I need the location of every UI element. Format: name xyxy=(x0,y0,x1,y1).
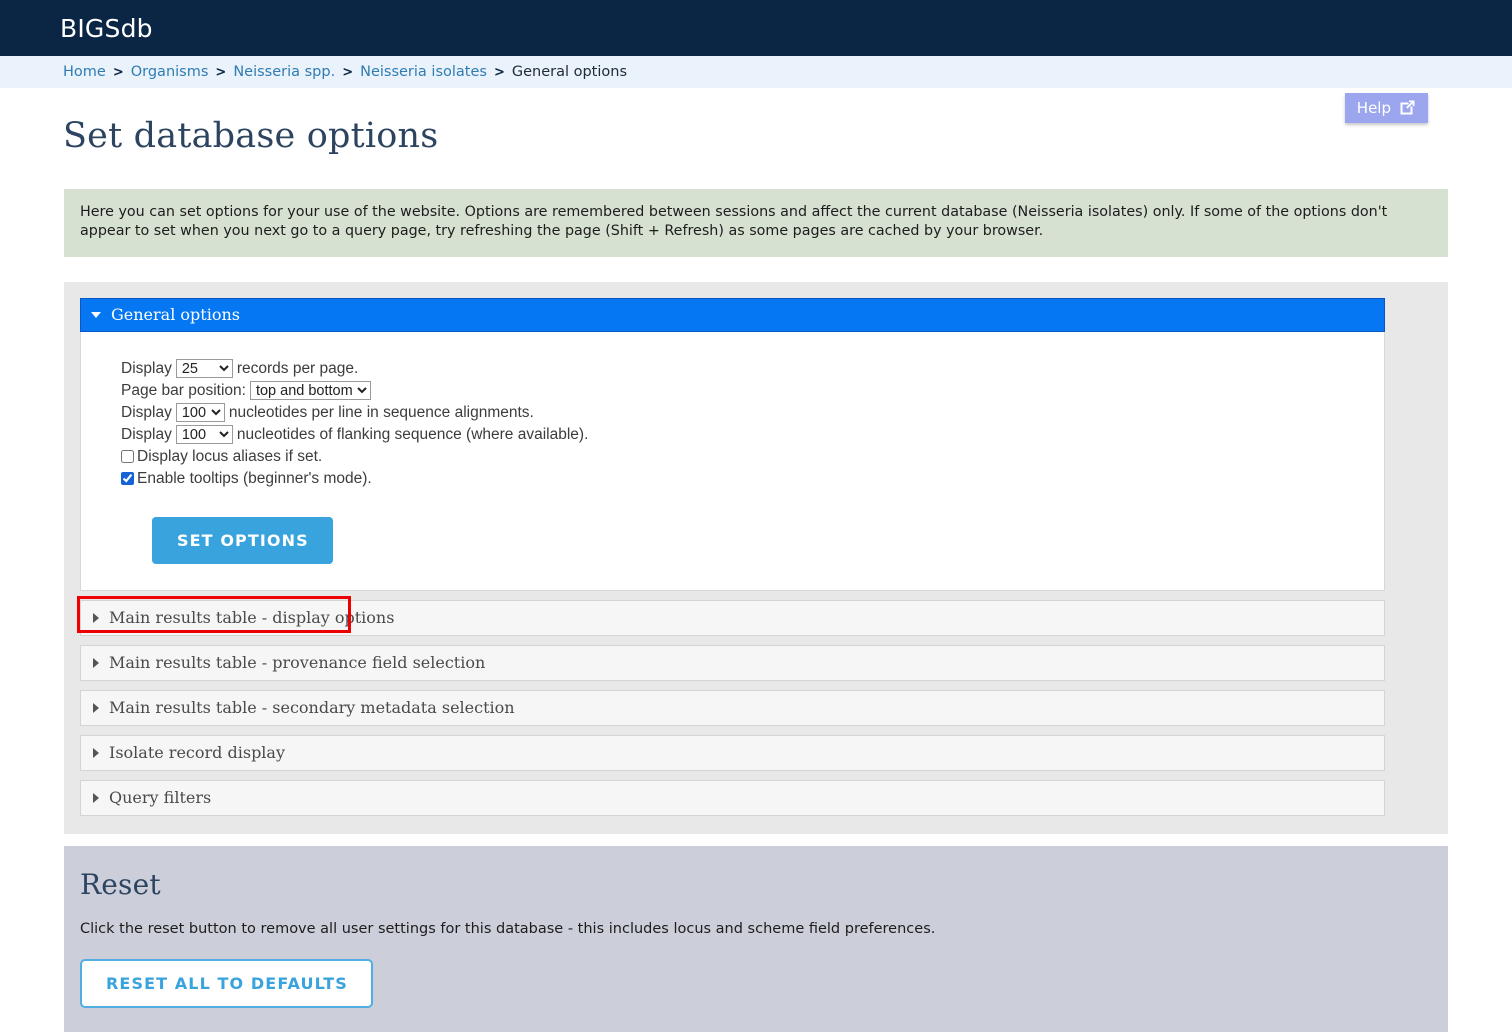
option-select[interactable]: 1025501002005001000 xyxy=(175,359,233,378)
option-row-checkbox: Display locus aliases if set. xyxy=(121,446,1384,467)
breadcrumb-separator: > xyxy=(112,64,124,80)
accordion-header-label: Main results table - provenance field se… xyxy=(109,653,486,672)
set-options-button[interactable]: SET OPTIONS xyxy=(152,517,333,564)
accordion-header-collapsed[interactable]: Main results table - display options xyxy=(77,596,1385,636)
chevron-right-icon xyxy=(93,702,99,713)
reset-button-container: RESET ALL TO DEFAULTS xyxy=(80,959,1432,1008)
breadcrumb-separator: > xyxy=(493,64,505,80)
option-row-select: Page bar position:top onlybottom onlytop… xyxy=(121,380,1384,401)
option-label-suffix: nucleotides per line in sequence alignme… xyxy=(228,404,534,421)
option-checkbox[interactable] xyxy=(121,450,134,463)
option-select[interactable]: 020501002005001000 xyxy=(175,425,233,444)
chevron-right-icon xyxy=(93,792,99,803)
chevron-down-icon xyxy=(91,311,101,318)
breadcrumb-separator: > xyxy=(342,64,354,80)
option-row-select: Display020501002005001000nucleotides of … xyxy=(121,424,1384,445)
chevron-right-icon xyxy=(93,612,99,623)
option-label-prefix: Page bar position: xyxy=(121,382,246,399)
accordion-header-label: General options xyxy=(111,305,240,324)
accordion-header-collapsed[interactable]: Main results table - provenance field se… xyxy=(80,645,1385,681)
option-label-suffix: records per page. xyxy=(236,360,359,377)
reset-panel: Reset Click the reset button to remove a… xyxy=(64,846,1448,1032)
option-row-checkbox: Enable tooltips (beginner's mode). xyxy=(121,468,1384,489)
option-label-prefix: Display xyxy=(121,426,172,443)
option-checkbox-label: Display locus aliases if set. xyxy=(137,448,323,465)
breadcrumb-item-neisseria-isolates[interactable]: Neisseria isolates xyxy=(360,64,487,80)
breadcrumb-item-neisseria-spp[interactable]: Neisseria spp. xyxy=(233,64,335,80)
external-link-icon xyxy=(1398,98,1417,117)
accordion-header-label: Isolate record display xyxy=(109,743,285,762)
breadcrumb-item-home[interactable]: Home xyxy=(63,64,106,80)
help-button-label: Help xyxy=(1356,98,1391,117)
accordion-header-label: Main results table - display options xyxy=(109,608,395,627)
accordion-header-collapsed[interactable]: Isolate record display xyxy=(80,735,1385,771)
help-button[interactable]: Help xyxy=(1344,93,1428,123)
option-select[interactable]: top onlybottom onlytop and bottom xyxy=(249,381,371,400)
option-label-prefix: Display xyxy=(121,360,172,377)
collapsed-sections-list: Main results table - display options Main… xyxy=(77,596,1432,816)
option-row-select: Display5060708090100110120nucleotides pe… xyxy=(121,402,1384,423)
reset-title: Reset xyxy=(80,868,161,901)
accordion-header-collapsed[interactable]: Main results table - secondary metadata … xyxy=(80,690,1385,726)
option-checkbox[interactable] xyxy=(121,472,134,485)
accordion-header-label: Main results table - secondary metadata … xyxy=(109,698,515,717)
option-checkbox-label: Enable tooltips (beginner's mode). xyxy=(137,470,372,487)
chevron-right-icon xyxy=(93,747,99,758)
help-button-container: Help xyxy=(1344,93,1428,123)
option-row-select: Display1025501002005001000records per pa… xyxy=(121,358,1384,379)
accordion-header-general-options[interactable]: General options xyxy=(80,298,1385,332)
breadcrumb-item-organisms[interactable]: Organisms xyxy=(131,64,209,80)
general-options-form: Display1025501002005001000records per pa… xyxy=(121,358,1384,489)
chevron-right-icon xyxy=(93,657,99,668)
info-banner: Here you can set options for your use of… xyxy=(64,189,1448,257)
accordion-header-label: Query filters xyxy=(109,788,212,807)
options-accordion-panel: General options Display10255010020050010… xyxy=(64,282,1448,834)
option-label-prefix: Display xyxy=(121,404,172,421)
option-label-suffix: nucleotides of flanking sequence (where … xyxy=(236,426,589,443)
page-title: Set database options xyxy=(63,116,439,156)
top-navigation-bar: BIGSdb xyxy=(0,0,1512,56)
breadcrumb-item-general-options: General options xyxy=(511,64,628,80)
breadcrumb-separator: > xyxy=(215,64,227,80)
app-logo-bigsdb[interactable]: BIGSdb xyxy=(60,14,153,43)
accordion-header-collapsed[interactable]: Query filters xyxy=(80,780,1385,816)
accordion-body-general-options: Display1025501002005001000records per pa… xyxy=(80,332,1385,591)
option-select[interactable]: 5060708090100110120 xyxy=(175,403,225,422)
reset-description: Click the reset button to remove all use… xyxy=(80,921,936,937)
breadcrumb: Home > Organisms > Neisseria spp. > Neisseria … xyxy=(0,56,1512,88)
reset-all-to-defaults-button[interactable]: RESET ALL TO DEFAULTS xyxy=(80,959,373,1008)
